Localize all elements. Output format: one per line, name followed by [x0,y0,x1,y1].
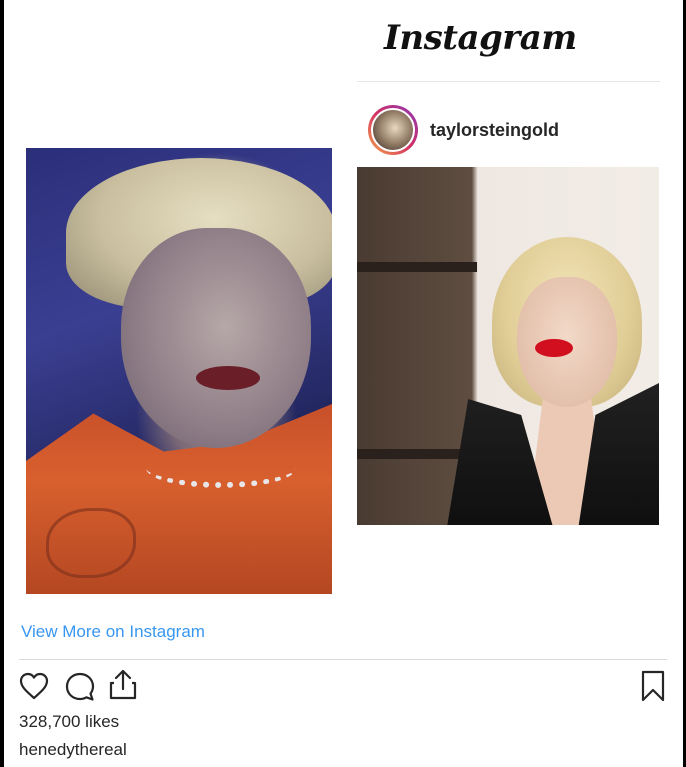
photo-face [121,228,311,448]
actions-divider [19,659,667,660]
photo-necklace [146,448,296,488]
share-icon[interactable] [108,667,138,701]
photo-shelf [357,262,477,272]
photo-tattoo [46,508,136,578]
avatar-image [371,108,415,152]
post-username[interactable]: taylorsteingold [430,120,559,141]
photo-lips [535,339,573,357]
photo-lips [196,366,260,390]
view-more-link[interactable]: View More on Instagram [21,622,205,642]
avatar[interactable] [368,105,418,155]
instagram-logo[interactable]: Instagram [384,18,577,58]
post-author[interactable]: henedythereal [19,740,127,760]
heart-icon[interactable] [18,670,50,702]
post-photo[interactable] [357,167,659,525]
header-divider [357,81,660,82]
likes-count: 328,700 likes [19,712,120,731]
left-photo [26,148,332,594]
bookmark-icon[interactable] [640,669,666,703]
comment-icon[interactable] [63,670,97,704]
left-border [0,0,4,767]
